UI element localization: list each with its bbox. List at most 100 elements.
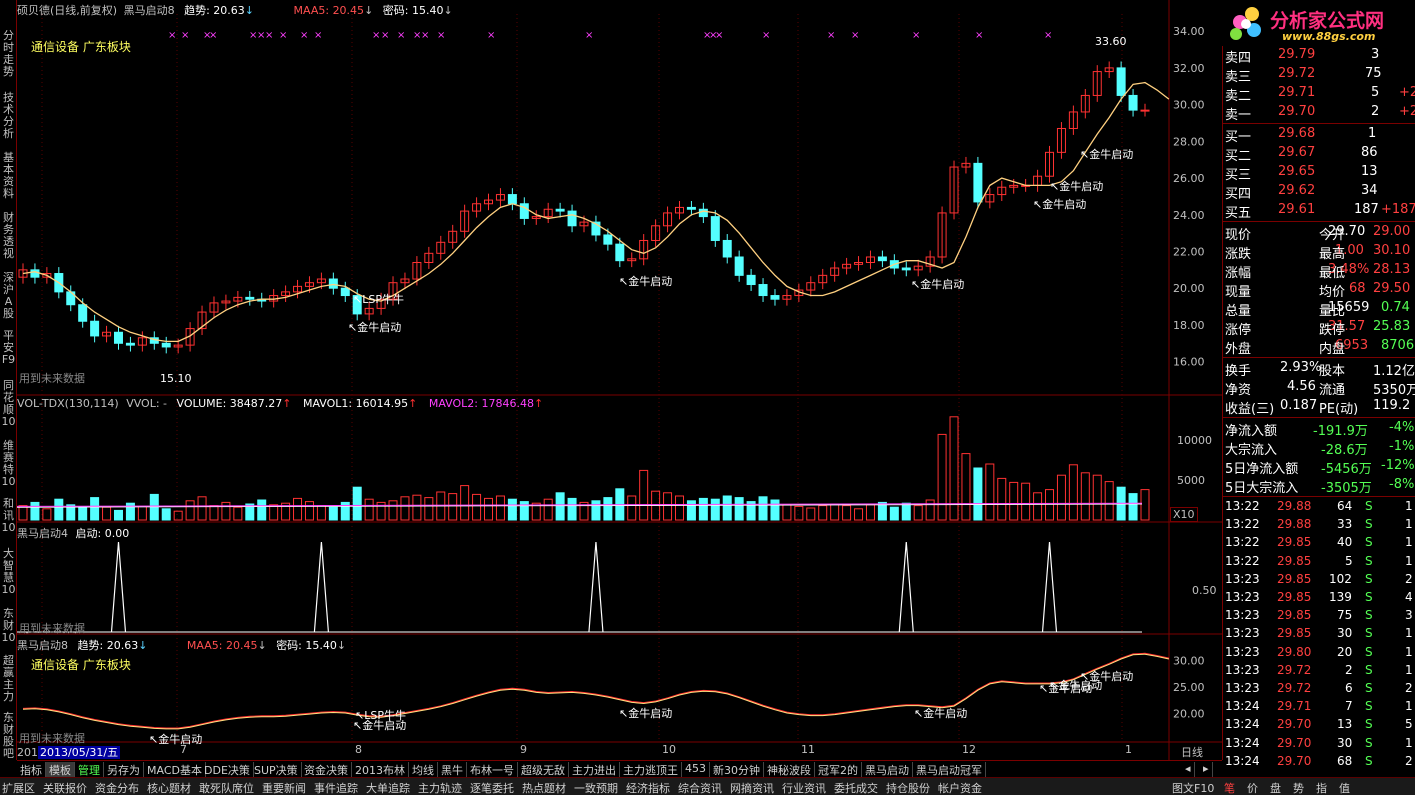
bottom-item-16[interactable]: 委托成交 — [834, 780, 878, 795]
tab-scroll-right-icon[interactable]: ▸ — [1200, 762, 1213, 777]
volume-bar — [913, 505, 923, 521]
bottom-right-tab-1[interactable]: 笔 — [1224, 780, 1235, 795]
bottom-item-13[interactable]: 综合资讯 — [678, 780, 722, 795]
tick-cell: 3 — [1405, 608, 1413, 623]
bottom-item-7[interactable]: 大单追踪 — [366, 780, 410, 795]
formula-tab-1[interactable]: 模板 — [46, 762, 75, 777]
formula-tab-15[interactable]: 453 — [682, 762, 710, 777]
sell-row-2: 卖二 29.71 5 +2 — [1223, 84, 1415, 104]
formula-tab-7[interactable]: 资金决策 — [301, 762, 352, 777]
formula-tab-11[interactable]: 布林一号 — [467, 762, 518, 777]
bottom-item-18[interactable]: 帐户资金 — [938, 780, 982, 795]
formula-tab-17[interactable]: 神秘波段 — [764, 762, 815, 777]
stat-row-3-cell: 现量 — [1225, 285, 1252, 300]
volume-bar — [698, 497, 708, 521]
vol-tick-1: 5000 — [1177, 474, 1205, 487]
bottom-item-17[interactable]: 持仓股份 — [886, 780, 930, 795]
buy-row-4-cell: 买五 — [1225, 206, 1252, 221]
formula-tab-9[interactable]: 均线 — [409, 762, 438, 777]
chart-area[interactable]: 7 8 9 10 11 12 1 34.00 32.00 30.00 28.00 26.00 24.00… — [16, 0, 1222, 760]
volume-bar — [830, 503, 840, 521]
formula-tab-8[interactable]: 2013布林 — [352, 762, 409, 777]
bottom-right-tab-4[interactable]: 势 — [1293, 780, 1304, 795]
volume-bar — [424, 497, 434, 521]
bottom-item-0[interactable]: 扩展区 — [2, 780, 35, 795]
formula-tab-2[interactable]: 管理 — [75, 762, 104, 777]
left-tab-0[interactable]: 分时走势 — [1, 30, 16, 78]
left-tab-8[interactable]: 和讯10 — [1, 498, 16, 534]
formula-tab-19[interactable]: 黑马启动 — [862, 762, 913, 777]
volume-bar — [997, 477, 1007, 521]
buy-row-1-cell: 86 — [1361, 145, 1378, 160]
formula-tab-18[interactable]: 冠军2的 — [815, 762, 862, 777]
bottom-item-8[interactable]: 主力轨迹 — [418, 780, 462, 795]
formula-tab-5[interactable]: DDE决策 — [201, 762, 254, 777]
volume-bar — [758, 496, 768, 521]
bottom-right-tab-0[interactable]: 图文F10 — [1172, 780, 1214, 795]
tick-cell: 68 — [1337, 753, 1353, 768]
bottom-item-15[interactable]: 行业资讯 — [782, 780, 826, 795]
candle — [125, 342, 135, 346]
left-tab-2[interactable]: 基本资料 — [1, 152, 16, 200]
vol-tick-0: 10000 — [1177, 434, 1212, 447]
left-tab-12[interactable]: 东财股吧 — [1, 712, 16, 760]
tick-cell: 75 — [1337, 608, 1353, 623]
bottom-right-tab-5[interactable]: 指 — [1316, 780, 1327, 795]
volume-bar — [233, 506, 243, 521]
stat-row-1: 涨跌 1.00 最高 30.10 — [1223, 242, 1415, 262]
month-label-4: 11 — [801, 743, 815, 756]
bottom-item-10[interactable]: 热点题材 — [522, 780, 566, 795]
formula-tab-14[interactable]: 主力逃顶王 — [620, 762, 682, 777]
formula-tab-12[interactable]: 超级无敌 — [518, 762, 569, 777]
stat2-row-2-cell: 0.187 — [1280, 398, 1318, 413]
tick-cell: S — [1365, 535, 1373, 550]
formula-tab-16[interactable]: 新30分钟 — [710, 762, 764, 777]
formula-tab-3[interactable]: 另存为 — [104, 762, 144, 777]
bottom-item-2[interactable]: 资金分布 — [95, 780, 139, 795]
bottom-item-4[interactable]: 敢死队席位 — [199, 780, 254, 795]
left-tab-3[interactable]: 财务透视 — [1, 212, 16, 260]
formula-tab-4[interactable]: MACD基本 — [144, 762, 206, 777]
buy-row-3: 买四 29.62 34 — [1223, 182, 1415, 202]
volume-bar — [1009, 481, 1019, 521]
bottom-item-11[interactable]: 一致预期 — [574, 780, 618, 795]
left-tab-10[interactable]: 东财10 — [1, 608, 16, 644]
formula-tab-10[interactable]: 黑牛 — [438, 762, 467, 777]
tab-scroll-left-icon[interactable]: ◂ — [1182, 762, 1195, 777]
tick-cell: 29.85 — [1277, 590, 1312, 604]
bottom-item-1[interactable]: 关联报价 — [43, 780, 87, 795]
bottom-item-9[interactable]: 逐笔委托 — [470, 780, 514, 795]
bottom-item-6[interactable]: 事件追踪 — [314, 780, 358, 795]
left-tab-5[interactable]: 平安F9 — [1, 330, 16, 366]
volume-bar — [842, 505, 852, 521]
formula-tab-6[interactable]: SUP决策 — [251, 762, 302, 777]
bottom-item-3[interactable]: 核心题材 — [147, 780, 191, 795]
period-label[interactable]: 日线 — [1181, 744, 1203, 760]
bottom-item-14[interactable]: 网摘资讯 — [730, 780, 774, 795]
future-note-2: 用到未来数据 — [19, 622, 85, 635]
bottom-item-12[interactable]: 经济指标 — [626, 780, 670, 795]
left-tab-11[interactable]: 超赢主力 — [1, 655, 16, 703]
candle — [245, 296, 255, 300]
stat-row-0: 现价 29.70 今开 29.00 — [1223, 223, 1415, 243]
vol-unit: X10 — [1170, 507, 1198, 522]
formula-tab-13[interactable]: 主力进出 — [569, 762, 620, 777]
bottom-right-tab-2[interactable]: 价 — [1247, 780, 1258, 795]
candle — [722, 239, 732, 258]
left-tab-6[interactable]: 同花顺10 — [1, 380, 16, 428]
bottom-item-5[interactable]: 重要新闻 — [262, 780, 306, 795]
signal-marker: × — [1044, 30, 1052, 41]
tick-cell: 13:22 — [1225, 553, 1260, 568]
bottom-right-tab-3[interactable]: 盘 — [1270, 780, 1281, 795]
left-tab-7[interactable]: 维赛特10 — [1, 440, 16, 488]
formula-tab-0[interactable]: 指标 — [17, 762, 46, 777]
bottom-right-tab-6[interactable]: 值 — [1339, 780, 1350, 795]
left-tab-9[interactable]: 大智慧10 — [1, 548, 16, 596]
tick-cell: S — [1365, 662, 1373, 677]
left-tab-1[interactable]: 技术分析 — [1, 92, 16, 140]
price-tick-6: 22.00 — [1173, 245, 1205, 258]
stat-row-0-cell: 29.00 — [1373, 224, 1411, 239]
formula-tab-20[interactable]: 黑马启动冠军 — [913, 762, 986, 777]
date-start: 201 — [17, 746, 38, 759]
left-tab-4[interactable]: 深沪A股 — [1, 272, 16, 320]
